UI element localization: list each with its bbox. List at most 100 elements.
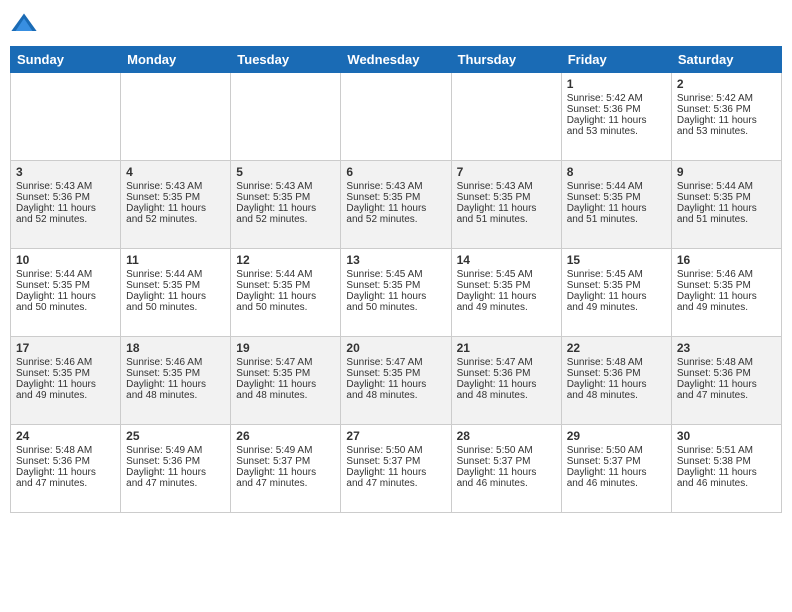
calendar-cell: 6Sunrise: 5:43 AMSunset: 5:35 PMDaylight…	[341, 161, 451, 249]
day-number: 28	[457, 429, 556, 443]
calendar-week-row: 3Sunrise: 5:43 AMSunset: 5:36 PMDaylight…	[11, 161, 782, 249]
header-wednesday: Wednesday	[341, 47, 451, 73]
sunrise-text: Sunrise: 5:44 AM	[126, 269, 225, 280]
sunset-text: Sunset: 5:35 PM	[16, 368, 115, 379]
day-number: 27	[346, 429, 445, 443]
sunrise-text: Sunrise: 5:50 AM	[457, 445, 556, 456]
sunrise-text: Sunrise: 5:44 AM	[236, 269, 335, 280]
sunset-text: Sunset: 5:35 PM	[346, 368, 445, 379]
sunrise-text: Sunrise: 5:44 AM	[16, 269, 115, 280]
day-number: 29	[567, 429, 666, 443]
day-number: 8	[567, 165, 666, 179]
calendar-cell: 24 Sunrise: 5:48 AMSunset: 5:36 PMDayligh…	[11, 425, 121, 513]
daylight-text: Daylight: 11 hours and 52 minutes.	[236, 203, 335, 225]
calendar-week-row: 10Sunrise: 5:44 AMSunset: 5:35 PMDayligh…	[11, 249, 782, 337]
sunrise-text: Sunrise: 5:48 AM	[16, 445, 115, 456]
sunset-text: Sunset: 5:36 PM	[567, 104, 666, 115]
day-number: 24	[16, 429, 115, 443]
day-number: 6	[346, 165, 445, 179]
sunset-text: Sunset: 5:37 PM	[567, 456, 666, 467]
sunset-text: Sunset: 5:35 PM	[567, 192, 666, 203]
sunrise-text: Sunrise: 5:50 AM	[567, 445, 666, 456]
daylight-text: Daylight: 11 hours and 48 minutes.	[346, 379, 445, 401]
header-friday: Friday	[561, 47, 671, 73]
sunrise-text: Sunrise: 5:46 AM	[16, 357, 115, 368]
sunrise-text: Sunrise: 5:48 AM	[567, 357, 666, 368]
sunrise-text: Sunrise: 5:49 AM	[126, 445, 225, 456]
sunrise-text: Sunrise: 5:43 AM	[346, 181, 445, 192]
calendar-cell: 16Sunrise: 5:46 AMSunset: 5:35 PMDayligh…	[671, 249, 781, 337]
calendar-cell: 23Sunrise: 5:48 AMSunset: 5:36 PMDayligh…	[671, 337, 781, 425]
logo-icon	[10, 10, 38, 38]
sunrise-text: Sunrise: 5:43 AM	[457, 181, 556, 192]
sunrise-text: Sunrise: 5:42 AM	[567, 93, 666, 104]
sunrise-text: Sunrise: 5:48 AM	[677, 357, 776, 368]
day-number: 18	[126, 341, 225, 355]
daylight-text: Daylight: 11 hours and 51 minutes.	[677, 203, 776, 225]
day-number: 22	[567, 341, 666, 355]
sunset-text: Sunset: 5:35 PM	[236, 280, 335, 291]
calendar-cell: 4Sunrise: 5:43 AMSunset: 5:35 PMDaylight…	[121, 161, 231, 249]
sunset-text: Sunset: 5:35 PM	[346, 280, 445, 291]
calendar-cell: 11Sunrise: 5:44 AMSunset: 5:35 PMDayligh…	[121, 249, 231, 337]
daylight-text: Daylight: 11 hours and 50 minutes.	[236, 291, 335, 313]
calendar-cell: 21Sunrise: 5:47 AMSunset: 5:36 PMDayligh…	[451, 337, 561, 425]
day-number: 3	[16, 165, 115, 179]
sunrise-text: Sunrise: 5:47 AM	[346, 357, 445, 368]
daylight-text: Daylight: 11 hours and 48 minutes.	[236, 379, 335, 401]
sunrise-text: Sunrise: 5:42 AM	[677, 93, 776, 104]
sunrise-text: Sunrise: 5:43 AM	[126, 181, 225, 192]
sunrise-text: Sunrise: 5:44 AM	[567, 181, 666, 192]
day-number: 20	[346, 341, 445, 355]
sunset-text: Sunset: 5:36 PM	[677, 368, 776, 379]
daylight-text: Daylight: 11 hours and 47 minutes.	[346, 467, 445, 489]
day-number: 17	[16, 341, 115, 355]
day-number: 7	[457, 165, 556, 179]
sunrise-text: Sunrise: 5:46 AM	[677, 269, 776, 280]
day-number: 5	[236, 165, 335, 179]
calendar-week-row: 1Sunrise: 5:42 AMSunset: 5:36 PMDaylight…	[11, 73, 782, 161]
daylight-text: Daylight: 11 hours and 53 minutes.	[677, 115, 776, 137]
calendar-cell	[231, 73, 341, 161]
day-number: 11	[126, 253, 225, 267]
sunrise-text: Sunrise: 5:46 AM	[126, 357, 225, 368]
sunset-text: Sunset: 5:37 PM	[346, 456, 445, 467]
day-number: 21	[457, 341, 556, 355]
day-number: 19	[236, 341, 335, 355]
daylight-text: Daylight: 11 hours and 49 minutes.	[567, 291, 666, 313]
sunset-text: Sunset: 5:35 PM	[236, 192, 335, 203]
calendar-cell: 20 Sunrise: 5:47 AMSunset: 5:35 PMDayligh…	[341, 337, 451, 425]
day-number: 9	[677, 165, 776, 179]
day-number: 23	[677, 341, 776, 355]
calendar-week-row: 24Sunrise: 5:48 AMSunset: 5:36 PMDayligh…	[11, 425, 782, 513]
day-number: 4	[126, 165, 225, 179]
calendar-cell: 2Sunrise: 5:42 AMSunset: 5:36 PMDaylight…	[671, 73, 781, 161]
daylight-text: Daylight: 11 hours and 51 minutes.	[567, 203, 666, 225]
day-number: 2	[677, 77, 776, 91]
calendar-cell: 30Sunrise: 5:51 AMSunset: 5:38 PMDayligh…	[671, 425, 781, 513]
calendar-cell: 28Sunrise: 5:50 AMSunset: 5:37 PMDayligh…	[451, 425, 561, 513]
calendar-cell	[341, 73, 451, 161]
sunset-text: Sunset: 5:37 PM	[236, 456, 335, 467]
daylight-text: Daylight: 11 hours and 48 minutes.	[457, 379, 556, 401]
sunrise-text: Sunrise: 5:50 AM	[346, 445, 445, 456]
sunset-text: Sunset: 5:36 PM	[457, 368, 556, 379]
calendar-cell: 13Sunrise: 5:45 AMSunset: 5:35 PMDayligh…	[341, 249, 451, 337]
sunset-text: Sunset: 5:36 PM	[126, 456, 225, 467]
sunset-text: Sunset: 5:36 PM	[16, 192, 115, 203]
day-number: 25	[126, 429, 225, 443]
sunset-text: Sunset: 5:36 PM	[16, 456, 115, 467]
sunset-text: Sunset: 5:38 PM	[677, 456, 776, 467]
sunrise-text: Sunrise: 5:45 AM	[457, 269, 556, 280]
sunset-text: Sunset: 5:35 PM	[457, 280, 556, 291]
calendar-cell	[11, 73, 121, 161]
sunset-text: Sunset: 5:35 PM	[457, 192, 556, 203]
daylight-text: Daylight: 11 hours and 52 minutes.	[346, 203, 445, 225]
calendar-cell: 22Sunrise: 5:48 AMSunset: 5:36 PMDayligh…	[561, 337, 671, 425]
sunrise-text: Sunrise: 5:43 AM	[16, 181, 115, 192]
calendar-cell: 17Sunrise: 5:46 AMSunset: 5:35 PMDayligh…	[11, 337, 121, 425]
daylight-text: Daylight: 11 hours and 47 minutes.	[16, 467, 115, 489]
day-number: 10	[16, 253, 115, 267]
daylight-text: Daylight: 11 hours and 50 minutes.	[126, 291, 225, 313]
logo	[10, 10, 42, 38]
